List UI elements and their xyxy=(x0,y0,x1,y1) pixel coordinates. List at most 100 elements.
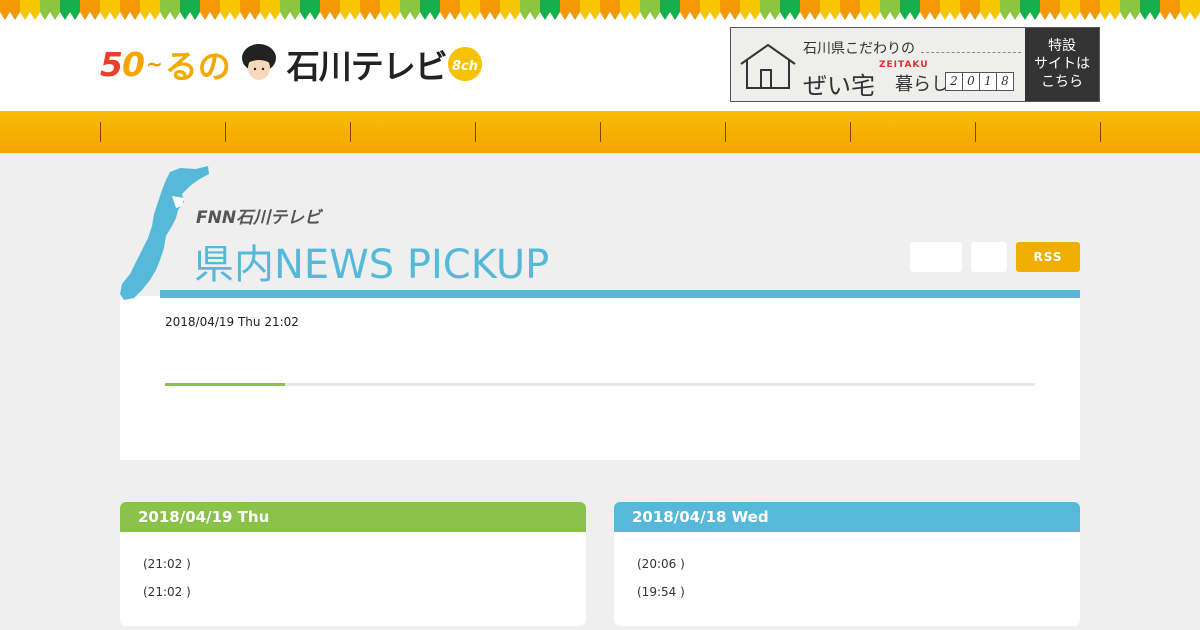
banner-title-rest: 暮らし xyxy=(895,74,949,95)
pennant-flag xyxy=(260,0,280,20)
pennant-flag xyxy=(360,0,380,20)
pennant-flag xyxy=(760,0,780,20)
pennant-decoration xyxy=(0,0,1200,20)
nav-separator xyxy=(225,122,226,142)
nav-separator xyxy=(100,122,101,142)
pennant-flag xyxy=(900,0,920,20)
nav-separator xyxy=(725,122,726,142)
pennant-flag xyxy=(20,0,40,20)
banner-year: 2 0 1 8 xyxy=(945,72,1014,91)
pennant-flag xyxy=(980,0,1000,20)
global-nav xyxy=(0,111,1200,153)
logo-station-name: 石川テレビ xyxy=(286,47,448,86)
site-logo[interactable]: 50 ~ るの 石川テレビ 8ch xyxy=(100,42,485,86)
pennant-flag xyxy=(1000,0,1020,20)
rss-button[interactable]: RSS xyxy=(1016,242,1080,272)
pennant-flag xyxy=(180,0,200,20)
news-datetime: 2018/04/19 Thu 21:02 xyxy=(165,315,299,329)
pennant-flag xyxy=(480,0,500,20)
pennant-flag xyxy=(1080,0,1100,20)
pennant-flag xyxy=(60,0,80,20)
cta-line: サイトは xyxy=(1034,56,1090,72)
day-card: 2018/04/19 Thu (21:02 ) (21:02 ) xyxy=(120,502,586,626)
pennant-flag xyxy=(280,0,300,20)
pennant-flag xyxy=(560,0,580,20)
pennant-flag xyxy=(640,0,660,20)
slide-progress xyxy=(165,383,1035,386)
pennant-flag xyxy=(300,0,320,20)
pennant-flag xyxy=(1040,0,1060,20)
channel-badge: 8ch xyxy=(445,42,485,86)
news-list-item[interactable]: (20:06 ) xyxy=(637,557,685,571)
special-site-link[interactable]: 特設 サイトは こちら xyxy=(1025,28,1099,101)
pennant-flag xyxy=(840,0,860,20)
nav-separator xyxy=(600,122,601,142)
pennant-flag xyxy=(780,0,800,20)
pennant-flag xyxy=(680,0,700,20)
pennant-flag xyxy=(160,0,180,20)
logo-anniversary: 50 xyxy=(100,44,145,84)
nav-separator xyxy=(475,122,476,142)
pennant-flag xyxy=(220,0,240,20)
banner-romaji: ZEITAKU xyxy=(879,60,929,70)
pennant-flag xyxy=(960,0,980,20)
pennant-flag xyxy=(340,0,360,20)
day-card: 2018/04/18 Wed (20:06 ) (19:54 ) xyxy=(614,502,1080,626)
pennant-flag xyxy=(1160,0,1180,20)
logo-tilde: ~ xyxy=(145,52,163,76)
nav-separator xyxy=(1100,122,1101,142)
pennant-flag xyxy=(240,0,260,20)
pennant-flag xyxy=(540,0,560,20)
pennant-flag xyxy=(820,0,840,20)
pennant-flag xyxy=(920,0,940,20)
pennant-flag xyxy=(400,0,420,20)
banner-dashed-line xyxy=(921,52,1021,53)
pennant-flag xyxy=(80,0,100,20)
pennant-flag xyxy=(460,0,480,20)
pennant-flag xyxy=(380,0,400,20)
news-list-item[interactable]: (19:54 ) xyxy=(637,585,685,599)
day-card-header: 2018/04/18 Wed xyxy=(614,502,1080,532)
pennant-flag xyxy=(800,0,820,20)
pennant-flag xyxy=(880,0,900,20)
year-digit: 8 xyxy=(996,72,1014,91)
pennant-flag xyxy=(1180,0,1200,20)
nav-separator xyxy=(975,122,976,142)
pennant-flag xyxy=(1020,0,1040,20)
nav-separator xyxy=(850,122,851,142)
pennant-flag xyxy=(940,0,960,20)
pennant-flag xyxy=(740,0,760,20)
nav-separator xyxy=(350,122,351,142)
banner-subtitle: 石川県こだわりの xyxy=(803,41,915,57)
pennant-flag xyxy=(620,0,640,20)
news-list-item[interactable]: (21:02 ) xyxy=(143,585,191,599)
pennant-flag xyxy=(0,0,20,20)
pennant-flag xyxy=(200,0,220,20)
share-button-small[interactable] xyxy=(971,242,1007,272)
pennant-flag xyxy=(500,0,520,20)
pennant-flag xyxy=(1100,0,1120,20)
pennant-flag xyxy=(1120,0,1140,20)
pennant-flag xyxy=(440,0,460,20)
pennant-flag xyxy=(420,0,440,20)
svg-text:8ch: 8ch xyxy=(452,59,478,74)
pennant-flag xyxy=(700,0,720,20)
pennant-flag xyxy=(40,0,60,20)
pennant-flag xyxy=(120,0,140,20)
pennant-flag xyxy=(600,0,620,20)
pennant-flag xyxy=(720,0,740,20)
zeitaku-banner[interactable]: 石川県こだわりの ZEITAKU ぜい宅 暮らし 2 0 1 8 特設 サイトは… xyxy=(730,27,1100,102)
page-title: 県内NEWS PICKUP xyxy=(194,242,550,288)
pennant-flag xyxy=(1140,0,1160,20)
share-button[interactable] xyxy=(910,242,962,272)
pennant-flag xyxy=(1060,0,1080,20)
title-rule xyxy=(160,290,1080,298)
pennant-flag xyxy=(520,0,540,20)
slide-progress-fill xyxy=(165,383,286,386)
house-icon xyxy=(740,43,796,89)
news-list-item[interactable]: (21:02 ) xyxy=(143,557,191,571)
year-digit: 0 xyxy=(962,72,980,91)
fnn-label: FNN石川テレビ xyxy=(196,208,322,228)
pennant-flag xyxy=(860,0,880,20)
face-icon xyxy=(239,42,279,86)
